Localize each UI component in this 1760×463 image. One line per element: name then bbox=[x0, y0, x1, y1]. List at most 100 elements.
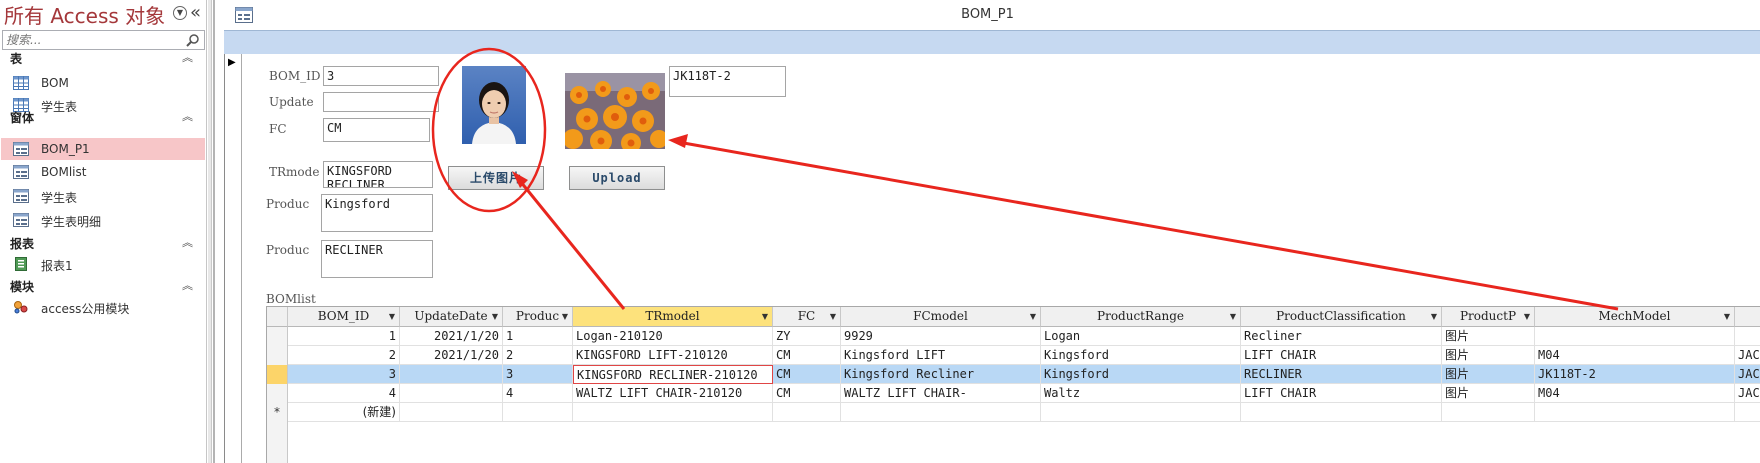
cell-empty[interactable] bbox=[1241, 403, 1442, 422]
cell-productp[interactable]: 图片 bbox=[1442, 384, 1535, 403]
cell-trmodel[interactable]: WALTZ LIFT CHAIR-210120 bbox=[573, 384, 773, 403]
cell-productrange[interactable]: Kingsford bbox=[1041, 346, 1241, 365]
cell-mechmodel[interactable] bbox=[1535, 327, 1735, 346]
dropdown-arrow-icon[interactable]: ▼ bbox=[1724, 307, 1730, 326]
nav-group-forms[interactable]: 窗体 ︽ bbox=[0, 107, 205, 127]
cell-productp[interactable]: 图片 bbox=[1442, 327, 1535, 346]
cell-fc[interactable]: ZY bbox=[773, 327, 841, 346]
nav-item-student-detail-form[interactable]: 学生表明细 bbox=[1, 209, 205, 231]
cell-bom-id[interactable]: 1 bbox=[288, 327, 400, 346]
cell-productrange[interactable]: Logan bbox=[1041, 327, 1241, 346]
product-class-field[interactable]: RECLINER bbox=[321, 240, 433, 278]
nav-pane-title[interactable]: 所有 Access 对象 bbox=[4, 0, 165, 29]
dropdown-arrow-icon[interactable]: ▼ bbox=[389, 307, 395, 326]
table-row-current[interactable]: 3 3 KINGSFORD RECLINER-210120 CM Kingsfo… bbox=[267, 365, 1760, 384]
cell-fc[interactable]: CM bbox=[773, 384, 841, 403]
mechmodel-field[interactable]: JK118T-2 bbox=[669, 66, 786, 97]
table-row[interactable]: 1 2021/1/20 1 Logan-210120 ZY 9929 Logan… bbox=[267, 327, 1760, 346]
column-header-trmodel[interactable]: TRmodel ▼ bbox=[573, 307, 773, 327]
cell-productp[interactable]: 图片 bbox=[1442, 346, 1535, 365]
cell-empty[interactable] bbox=[1442, 403, 1535, 422]
column-header-productp[interactable]: ProductP ▼ bbox=[1442, 307, 1535, 327]
cell-empty[interactable] bbox=[400, 403, 503, 422]
cell-empty[interactable] bbox=[773, 403, 841, 422]
row-selector[interactable] bbox=[267, 346, 288, 365]
cell-bom-id[interactable]: 2 bbox=[288, 346, 400, 365]
cell-productclassification[interactable]: LIFT CHAIR bbox=[1241, 384, 1442, 403]
nav-search-box[interactable] bbox=[2, 30, 205, 50]
chevron-up-icon[interactable]: ︽ bbox=[182, 49, 193, 65]
nav-group-tables[interactable]: 表 ︽ bbox=[0, 48, 205, 68]
update-field[interactable] bbox=[323, 92, 439, 112]
nav-item-bom-p1-form[interactable]: BOM_P1 bbox=[1, 138, 205, 160]
dropdown-arrow-icon[interactable]: ▼ bbox=[492, 307, 498, 326]
cell-empty[interactable] bbox=[573, 403, 773, 422]
dropdown-arrow-icon[interactable]: ▼ bbox=[762, 307, 768, 326]
cell-fcmodel[interactable]: Kingsford Recliner bbox=[841, 365, 1041, 384]
cell-mechmodel[interactable]: M04 bbox=[1535, 384, 1735, 403]
cell-next[interactable] bbox=[1735, 327, 1760, 346]
cell-productrange[interactable]: Waltz bbox=[1041, 384, 1241, 403]
bom-id-field[interactable]: 3 bbox=[323, 66, 439, 86]
cell-empty[interactable] bbox=[841, 403, 1041, 422]
cell-trmodel[interactable]: Logan-210120 bbox=[573, 327, 773, 346]
column-header-fc[interactable]: FC ▼ bbox=[773, 307, 841, 327]
table-row[interactable]: 2 2021/1/20 2 KINGSFORD LIFT-210120 CM K… bbox=[267, 346, 1760, 365]
cell-bom-id[interactable]: 3 bbox=[288, 365, 400, 384]
cell-fcmodel[interactable]: Kingsford LIFT bbox=[841, 346, 1041, 365]
cell-trmodel-editing[interactable]: KINGSFORD RECLINER-210120 bbox=[573, 365, 773, 384]
cell-bom-id[interactable]: 4 bbox=[288, 384, 400, 403]
cell-updatedate[interactable]: 2021/1/20 bbox=[400, 346, 503, 365]
cell-produc[interactable]: 3 bbox=[503, 365, 573, 384]
upload-photo-button[interactable]: 上传图片 bbox=[448, 166, 544, 190]
cell-produc[interactable]: 4 bbox=[503, 384, 573, 403]
cell-fc[interactable]: CM bbox=[773, 346, 841, 365]
cell-empty[interactable] bbox=[1041, 403, 1241, 422]
column-header-fcmodel[interactable]: FCmodel ▼ bbox=[841, 307, 1041, 327]
cell-fc[interactable]: CM bbox=[773, 365, 841, 384]
cell-updatedate[interactable] bbox=[400, 384, 503, 403]
chevron-up-icon[interactable]: ︽ bbox=[182, 234, 193, 250]
search-icon[interactable] bbox=[186, 33, 200, 47]
cell-productclassification[interactable]: LIFT CHAIR bbox=[1241, 346, 1442, 365]
nav-group-reports[interactable]: 报表 ︽ bbox=[0, 233, 205, 253]
cell-productrange[interactable]: Kingsford bbox=[1041, 365, 1241, 384]
cell-productp[interactable]: 图片 bbox=[1442, 365, 1535, 384]
new-record-marker[interactable]: * bbox=[267, 403, 288, 422]
dropdown-arrow-icon[interactable]: ▼ bbox=[1030, 307, 1036, 326]
form-icon[interactable] bbox=[235, 7, 253, 23]
cell-empty[interactable] bbox=[1535, 403, 1735, 422]
nav-group-modules[interactable]: 模块 ︽ bbox=[0, 276, 205, 296]
dropdown-arrow-icon[interactable]: ▼ bbox=[1230, 307, 1236, 326]
cell-trmodel[interactable]: KINGSFORD LIFT-210120 bbox=[573, 346, 773, 365]
cell-next[interactable]: JAC bbox=[1735, 384, 1760, 403]
nav-item-student-form[interactable]: 学生表 bbox=[1, 185, 205, 207]
nav-search-input[interactable] bbox=[6, 33, 176, 47]
cell-mechmodel[interactable]: JK118T-2 bbox=[1535, 365, 1735, 384]
cell-fcmodel[interactable]: 9929 bbox=[841, 327, 1041, 346]
column-header-mechmodel[interactable]: MechModel ▼ bbox=[1535, 307, 1735, 327]
column-header-productclassification[interactable]: ProductClassification ▼ bbox=[1241, 307, 1442, 327]
row-selector[interactable] bbox=[267, 365, 288, 384]
product-range-field[interactable]: Kingsford bbox=[321, 194, 433, 232]
cell-new-record[interactable]: (新建) bbox=[288, 403, 400, 422]
column-header-updatedate[interactable]: UpdateDate ▼ bbox=[400, 307, 503, 327]
cell-mechmodel[interactable]: M04 bbox=[1535, 346, 1735, 365]
column-header-next[interactable] bbox=[1735, 307, 1760, 327]
fc-field[interactable]: CM bbox=[323, 118, 430, 142]
column-header-bom-id[interactable]: BOM_ID ▼ bbox=[288, 307, 400, 327]
shutter-bar-collapse-icon[interactable]: « bbox=[190, 2, 201, 23]
column-header-productrange[interactable]: ProductRange ▼ bbox=[1041, 307, 1241, 327]
dropdown-arrow-icon[interactable]: ▼ bbox=[562, 307, 568, 326]
upload-image-button[interactable]: Upload bbox=[569, 166, 665, 190]
dropdown-arrow-icon[interactable]: ▼ bbox=[830, 307, 836, 326]
dropdown-arrow-icon[interactable]: ▼ bbox=[1431, 307, 1437, 326]
nav-pane-splitter[interactable] bbox=[207, 0, 215, 463]
cell-next[interactable]: JAC bbox=[1735, 365, 1760, 384]
cell-produc[interactable]: 2 bbox=[503, 346, 573, 365]
cell-produc[interactable]: 1 bbox=[503, 327, 573, 346]
nav-pane-menu-icon[interactable]: ▼ bbox=[173, 6, 187, 20]
nav-item-access-module[interactable]: access公用模块 bbox=[1, 296, 205, 318]
record-selector[interactable]: ▶ bbox=[225, 54, 242, 463]
row-selector[interactable] bbox=[267, 327, 288, 346]
